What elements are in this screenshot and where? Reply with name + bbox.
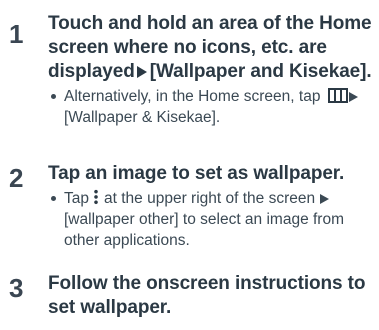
step-number: 2: [9, 163, 24, 193]
step-note: Tap at the upper right of the screen [wal…: [48, 188, 374, 251]
note-menu-path: [wallpaper other] to select an image fro…: [64, 211, 344, 249]
triangle-right-icon: [136, 66, 147, 78]
step-title: Tap an image to set as wallpaper.: [48, 163, 345, 184]
step-number: 3: [9, 273, 24, 303]
step-body: Touch and hold an area of the Home scree…: [48, 12, 374, 128]
note-menu-path: [Wallpaper & Kisekae].: [64, 109, 221, 126]
step-body: Follow the onscreen instructions to set …: [48, 272, 374, 320]
note-text: Alternatively, in the Home screen, tap: [64, 88, 321, 105]
triangle-right-icon: [348, 92, 358, 102]
bullet-icon: [51, 196, 56, 201]
bullet-icon: [51, 94, 56, 99]
step-body: Tap an image to set as wallpaper. Tap at …: [48, 162, 374, 251]
step-note: Alternatively, in the Home screen, tap […: [48, 86, 374, 128]
apps-grid-icon: [327, 88, 348, 103]
step-title-menu-path: [Wallpaper and Kisekae].: [149, 61, 372, 82]
note-text-cont: at the upper right of the screen: [104, 190, 316, 207]
step-number: 1: [9, 19, 24, 49]
note-text: Tap: [64, 190, 89, 207]
step-title: Touch and hold an area of the Home scree…: [48, 12, 374, 84]
step-title: Follow the onscreen instructions to set …: [48, 273, 366, 318]
triangle-right-icon: [320, 194, 330, 204]
vertical-dots-menu-icon: [94, 189, 98, 205]
